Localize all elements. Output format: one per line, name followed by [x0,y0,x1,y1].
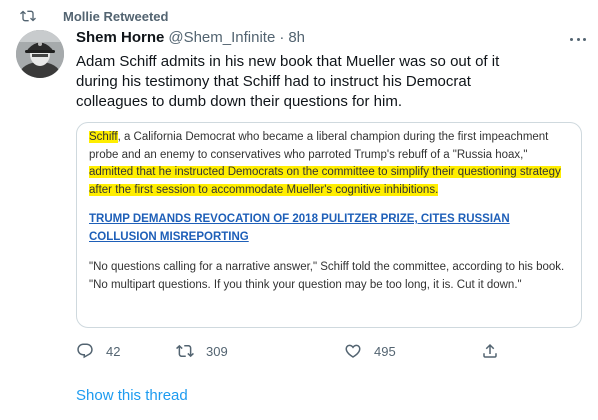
retweeted-by-label[interactable]: Mollie Retweeted [63,9,168,24]
avatar-image [16,30,64,78]
related-article-link: TRUMP DEMANDS REVOCATION OF 2018 PULITZE… [89,213,510,243]
highlighted-text: Schiff [89,131,118,143]
retweet-count: 309 [206,343,228,359]
like-button[interactable]: 495 [344,340,396,362]
retweet-button[interactable]: 309 [176,340,228,362]
tweet-timestamp[interactable]: 8h [288,29,305,46]
tweet-actions: 42 309 495 [76,340,499,362]
author-display-name[interactable]: Shem Horne [76,29,164,46]
reply-icon [77,343,93,359]
tweet: Shem Horne @Shem_Infinite · 8h Adam Schi… [76,29,588,112]
excerpt-paragraph-2: "No questions calling for a narrative an… [89,261,565,291]
highlighted-text: admitted that he instructed Democrats on… [89,166,561,196]
reply-count: 42 [106,343,121,359]
quoted-image-card[interactable]: Schiff, a California Democrat who became… [76,122,582,328]
separator-dot: · [279,29,285,46]
like-icon [345,344,361,358]
reply-button[interactable]: 42 [76,340,120,362]
show-thread-link[interactable]: Show this thread [76,387,188,404]
share-icon [483,343,497,358]
more-icon[interactable] [568,31,588,47]
author-handle[interactable]: @Shem_Infinite [168,29,275,46]
share-button[interactable] [481,340,499,362]
retweet-icon [20,10,36,22]
retweet-icon [176,344,194,358]
retweet-context: Mollie Retweeted [20,7,168,25]
tweet-header: Shem Horne @Shem_Infinite · 8h [76,29,588,51]
like-count: 495 [374,343,396,359]
excerpt-text: , a California Democrat who became a lib… [89,131,549,161]
avatar[interactable] [16,30,64,78]
article-excerpt: Schiff, a California Democrat who became… [77,123,581,294]
tweet-text: Adam Schiff admits in his new book that … [76,53,500,110]
excerpt-paragraph-1: Schiff, a California Democrat who became… [89,129,571,199]
